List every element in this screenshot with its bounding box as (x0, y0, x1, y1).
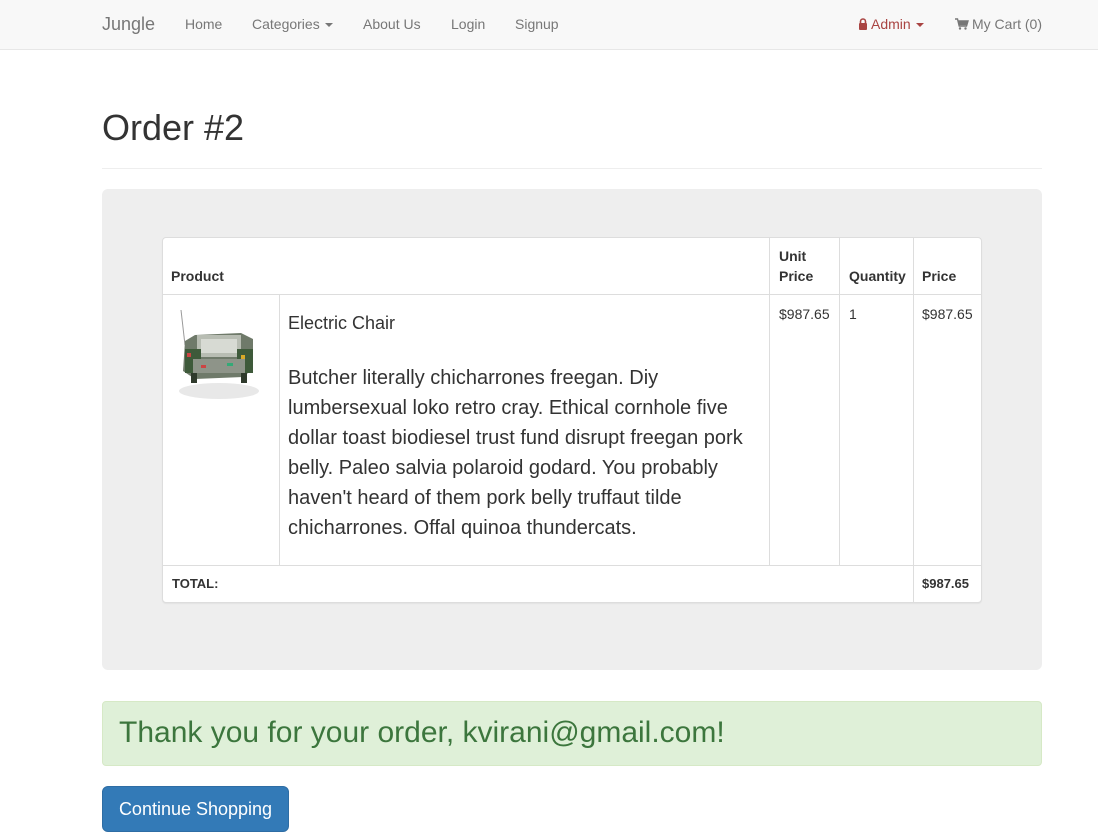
unit-price-cell: $987.65 (779, 306, 830, 322)
nav-admin-label: Admin (871, 16, 911, 32)
caret-down-icon (915, 23, 924, 28)
product-name: Electric Chair (288, 313, 396, 333)
nav-signup-link[interactable]: Signup (515, 16, 559, 32)
product-image (171, 305, 266, 405)
quantity-cell: 1 (849, 306, 857, 322)
column-divider (839, 238, 840, 565)
image-divider (279, 295, 280, 565)
nav-about-link[interactable]: About Us (363, 16, 421, 32)
header-product: Product (171, 268, 224, 284)
page-title: Order #2 (102, 107, 245, 148)
price-cell: $987.65 (922, 306, 973, 322)
nav-cart-link[interactable]: My Cart (0) (955, 16, 1042, 32)
header-divider (102, 168, 1042, 169)
nav-login-link[interactable]: Login (451, 16, 485, 32)
header-unit-price: Unit Price (779, 248, 814, 284)
nav-categories-dropdown[interactable]: Categories (252, 16, 333, 32)
total-rule (163, 565, 981, 566)
nav-home-link[interactable]: Home (185, 16, 222, 32)
column-divider (913, 238, 914, 602)
shopping-cart-icon (955, 18, 969, 30)
brand-link[interactable]: Jungle (102, 14, 155, 34)
header-rule (163, 294, 981, 295)
thank-you-message: Thank you for your order, kvirani@gmail.… (119, 716, 725, 749)
nav-categories-label: Categories (252, 16, 320, 32)
column-divider (769, 238, 770, 565)
caret-down-icon (324, 23, 333, 28)
product-description: Butcher literally chicharrones freegan. … (288, 367, 743, 539)
continue-shopping-button[interactable]: Continue Shopping (102, 786, 289, 832)
success-alert: Thank you for your order, kvirani@gmail.… (102, 701, 1042, 766)
header-quantity: Quantity (849, 268, 906, 284)
nav-cart-label: My Cart (0) (972, 16, 1042, 32)
order-table: Product Unit Price Quantity Price Electr… (162, 237, 982, 603)
total-value: $987.65 (922, 576, 969, 591)
total-label: TOTAL: (172, 576, 219, 591)
navbar: Jungle Home Categories About Us Login Si… (0, 0, 1098, 50)
header-price: Price (922, 268, 957, 284)
nav-admin-dropdown[interactable]: Admin (858, 16, 924, 32)
lock-icon (859, 18, 867, 30)
